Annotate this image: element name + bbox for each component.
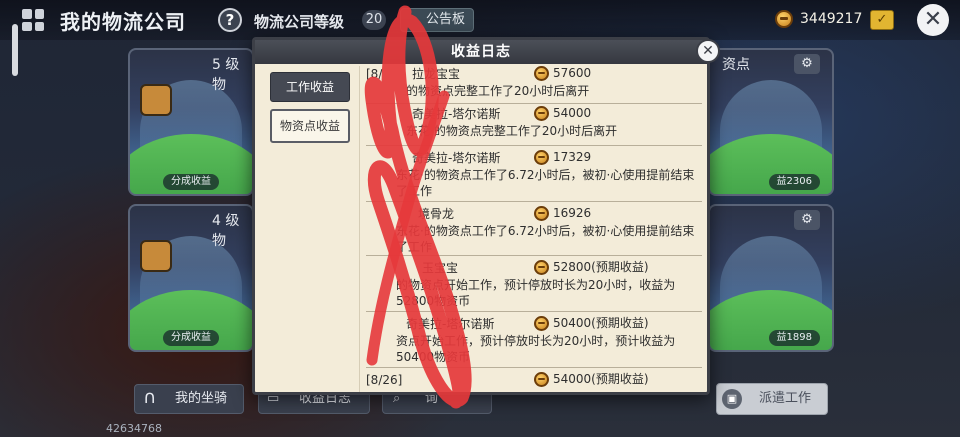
pet-avatar <box>140 84 172 116</box>
dispatch-icon: ▣ <box>722 389 742 409</box>
log-entry: 奇美拉-塔尔诺斯 17329 东花·的物资点工作了6.72小时后，被初·心使用提… <box>366 149 702 202</box>
log-entry: 奇美拉-塔尔诺斯 54000 东花·的物资点完整工作了20小时后离开 <box>366 105 702 146</box>
income-label: 益2306 <box>768 174 820 190</box>
entry-amount: 52800(预期收益) <box>553 260 649 274</box>
my-mount-label: 我的坐骑 <box>175 391 228 406</box>
coin-icon <box>534 66 549 81</box>
station-card-title: 资点 <box>722 57 750 73</box>
company-level-badge: 20 <box>362 10 386 30</box>
entry-name: 境骨龙 <box>418 207 455 221</box>
entry-amount: 57600 <box>553 66 592 80</box>
log-entry: 玉宝宝 52800(预期收益) 的物资点开始工作，预计停放时长为20小时，收益为… <box>366 259 702 312</box>
log-entry: 奇美拉-塔尔诺斯 50400(预期收益) 资点开始工作，预计停放时长为20小时，… <box>366 315 702 368</box>
coin-icon <box>534 315 549 331</box>
entry-amount: 50400(预期收益) <box>553 316 649 330</box>
coin-icon <box>534 371 549 387</box>
entry-description: 的物资点开始工作，预计停放时长为20小时，收益为52800物资币 <box>396 278 676 308</box>
coin-balance: 3449217 <box>800 11 863 27</box>
dialog-title: 收益日志 <box>255 40 707 64</box>
entry-name-part: 拉龙宝宝 <box>412 67 461 81</box>
company-level-label: 物流公司等级 <box>254 13 345 31</box>
station-card-2[interactable]: 4 级物 分成收益 <box>128 204 254 352</box>
log-list[interactable]: [8/ 拉龙宝宝 57600 的物资点完整工作了20小时后离开 奇美拉-塔尔诺斯… <box>359 66 707 392</box>
entry-description: 东花·的物资点工作了6.72小时后，被初·心使用提前结束了工作 <box>396 224 695 254</box>
help-icon[interactable]: ? <box>218 8 242 32</box>
entry-amount: 54000(预期收益) <box>553 372 649 386</box>
menu-grid-icon[interactable] <box>22 9 44 31</box>
pet-avatar <box>140 240 172 272</box>
income-label: 益1898 <box>768 330 820 346</box>
notice-board-button[interactable]: 公告板 <box>400 8 474 32</box>
log-entry: [8/26] 54000(预期收益) <box>366 371 702 392</box>
coin-icon <box>775 10 793 28</box>
tab-station-income[interactable]: 物资点收益 <box>270 109 350 143</box>
station-card-title: 5 级物 <box>212 57 240 93</box>
entry-name: [8/26] <box>366 373 403 387</box>
tab-work-income[interactable]: 工作收益 <box>270 72 350 102</box>
entry-description: 的物资点完整工作了20小时后离开 <box>406 84 590 98</box>
side-scrollbar[interactable] <box>12 24 18 76</box>
income-log-dialog: 收益日志 工作收益 物资点收益 [8/ 拉龙宝宝 57600 的物资点完整工作了… <box>252 37 710 395</box>
log-entry: 境骨龙 16926 东花·的物资点工作了6.72小时后，被初·心使用提前结束了工… <box>366 205 702 256</box>
entry-name: 奇美拉-塔尔诺斯 <box>412 107 501 121</box>
station-card-title: 4 级物 <box>212 213 240 249</box>
entry-description: 东花·的物资点工作了6.72小时后，被初·心使用提前结束了工作 <box>396 168 695 198</box>
close-icon[interactable]: ✕ <box>917 4 949 36</box>
share-income-label: 分成收益 <box>163 330 219 346</box>
entry-amount: 17329 <box>553 150 592 164</box>
gear-icon[interactable]: ⚙ <box>794 54 820 74</box>
log-entry: [8/ 拉龙宝宝 57600 的物资点完整工作了20小时后离开 <box>366 66 702 104</box>
entry-description: 资点开始工作，预计停放时长为20小时，预计收益为50400物资币 <box>396 334 676 364</box>
user-id: 42634768 <box>106 422 162 435</box>
gear-icon[interactable]: ⚙ <box>794 210 820 230</box>
entry-name: [8/ <box>366 67 383 81</box>
coin-icon <box>534 149 549 165</box>
coin-icon <box>534 259 549 275</box>
entry-description: 东花·的物资点完整工作了20小时后离开 <box>406 124 618 138</box>
dialog-close-icon[interactable]: ✕ <box>696 39 720 63</box>
entry-name: 奇美拉-塔尔诺斯 <box>406 317 495 331</box>
entry-amount: 54000 <box>553 106 592 120</box>
my-mount-button[interactable]: ∩ 我的坐骑 <box>134 384 244 414</box>
coin-icon <box>534 105 549 121</box>
entry-amount: 16926 <box>553 206 592 220</box>
entry-name: 玉宝宝 <box>422 261 459 275</box>
shop-cart-button[interactable]: ✓ <box>870 10 894 30</box>
station-card-1[interactable]: 5 级物 分成收益 <box>128 48 254 196</box>
share-income-label: 分成收益 <box>163 174 219 190</box>
horseshoe-icon: ∩ <box>143 387 157 408</box>
station-card-4[interactable]: ⚙ 益1898 <box>708 204 834 352</box>
page-title: 我的物流公司 <box>60 10 186 34</box>
coin-icon <box>534 205 549 221</box>
station-card-3[interactable]: 资点 ⚙ 益2306 <box>708 48 834 196</box>
entry-name: 奇美拉-塔尔诺斯 <box>412 151 501 165</box>
